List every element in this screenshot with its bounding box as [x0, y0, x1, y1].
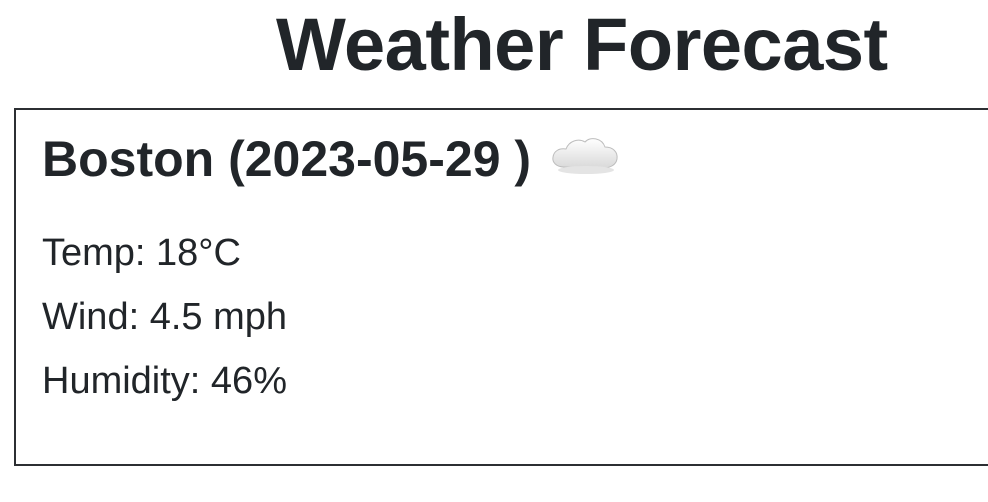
- temperature-text: Temp: 18°C: [42, 232, 241, 274]
- weather-page: Weather Forecast Boston (2023-05-29 ) Te…: [0, 0, 988, 502]
- page-title: Weather Forecast: [276, 3, 888, 86]
- current-weather-card: Boston (2023-05-29 ) Temp: 18°C Wind: 4.…: [14, 108, 988, 466]
- weather-card-header: Boston (2023-05-29 ): [42, 134, 621, 184]
- city-date-heading: Boston (2023-05-29 ): [42, 131, 532, 187]
- humidity-text: Humidity: 46%: [42, 360, 287, 402]
- wind-speed-text: Wind: 4.5 mph: [42, 296, 287, 338]
- cloud-icon: [549, 133, 621, 177]
